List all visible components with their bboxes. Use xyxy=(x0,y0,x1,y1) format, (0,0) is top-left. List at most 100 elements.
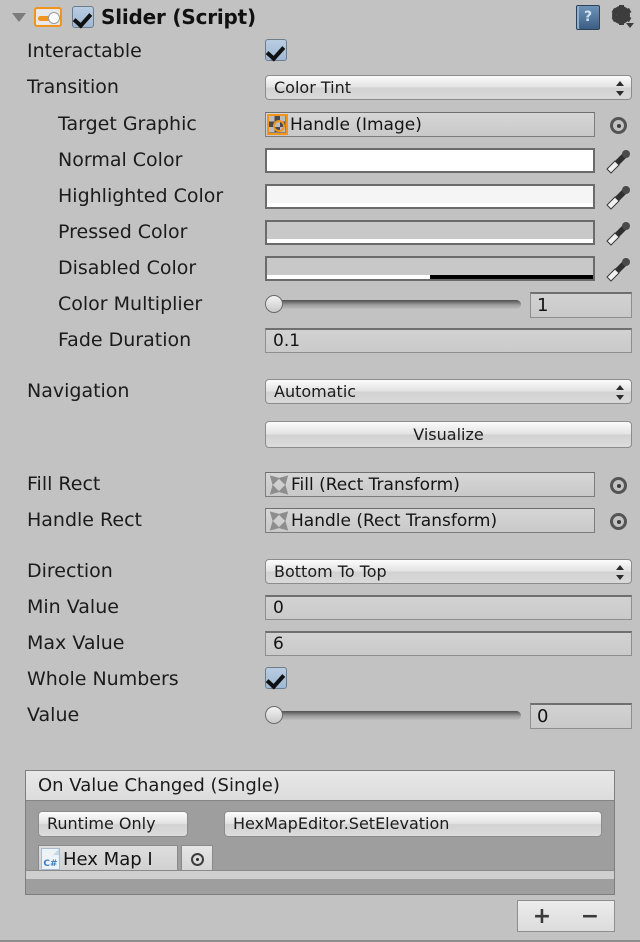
fill-rect-value: Fill (Rect Transform) xyxy=(291,474,460,495)
target-graphic-object-field[interactable]: Handle (Image) xyxy=(265,112,595,137)
min-value-input[interactable]: 0 xyxy=(265,595,632,620)
call-state-value: Runtime Only xyxy=(47,814,156,833)
event-entry-list: Runtime Only HexMapEditor.SetElevation C… xyxy=(26,801,614,879)
eyedropper-icon[interactable] xyxy=(604,184,632,212)
fill-rect-object-picker[interactable] xyxy=(610,477,627,494)
row-target-graphic: Target Graphic Handle (Image) xyxy=(0,110,640,140)
fill-rect-label: Fill Rect xyxy=(27,473,101,495)
fill-rect-object-field[interactable]: Fill (Rect Transform) xyxy=(265,472,595,497)
method-dropdown[interactable]: HexMapEditor.SetElevation xyxy=(224,811,602,837)
event-list-scrollbar[interactable] xyxy=(26,870,614,879)
pressed-color-swatch[interactable] xyxy=(265,220,595,245)
target-graphic-object-picker[interactable] xyxy=(610,117,627,134)
row-whole-numbers: Whole Numbers xyxy=(0,665,640,695)
rect-transform-icon xyxy=(266,509,292,532)
method-value: HexMapEditor.SetElevation xyxy=(233,814,450,833)
direction-dropdown[interactable]: Bottom To Top xyxy=(265,559,632,584)
target-graphic-value: Handle (Image) xyxy=(290,114,422,135)
slider-handle[interactable] xyxy=(265,295,283,313)
row-interactable: Interactable xyxy=(0,37,640,67)
gear-icon[interactable] xyxy=(610,5,634,29)
disabled-color-alpha xyxy=(267,275,593,279)
row-transition: Transition Color Tint xyxy=(0,73,640,103)
chevron-updown-icon xyxy=(584,816,592,833)
event-target-object-picker[interactable] xyxy=(181,845,213,873)
image-component-icon xyxy=(267,114,288,135)
call-state-dropdown[interactable]: Runtime Only xyxy=(38,811,188,837)
target-graphic-label: Target Graphic xyxy=(58,113,197,135)
navigation-dropdown[interactable]: Automatic xyxy=(265,379,632,404)
color-multiplier-input[interactable]: 1 xyxy=(530,292,632,318)
slider-handle[interactable] xyxy=(265,706,283,724)
chevron-updown-icon xyxy=(616,80,624,97)
value-input[interactable]: 0 xyxy=(530,703,632,729)
transition-value: Color Tint xyxy=(274,78,351,97)
max-value-label: Max Value xyxy=(27,632,125,654)
interactable-checkbox[interactable] xyxy=(265,39,287,61)
color-multiplier-label: Color Multiplier xyxy=(58,293,203,315)
max-value-input[interactable]: 6 xyxy=(265,631,632,656)
whole-numbers-label: Whole Numbers xyxy=(27,668,179,690)
eyedropper-icon[interactable] xyxy=(604,148,632,176)
pressed-color-fill xyxy=(267,222,593,239)
handle-rect-value: Handle (Rect Transform) xyxy=(291,510,498,531)
color-multiplier-slider[interactable] xyxy=(265,295,521,313)
help-glyph: ? xyxy=(583,9,593,25)
event-title: On Value Changed (Single) xyxy=(26,771,614,801)
highlighted-color-label: Highlighted Color xyxy=(58,185,224,207)
row-disabled-color: Disabled Color xyxy=(0,254,640,284)
transition-dropdown[interactable]: Color Tint xyxy=(265,75,632,100)
normal-color-alpha xyxy=(267,167,593,171)
help-book-icon[interactable]: ? xyxy=(576,4,600,30)
normal-color-swatch[interactable] xyxy=(265,148,595,173)
add-event-button[interactable]: + xyxy=(533,904,551,929)
event-list-buttons: + − xyxy=(517,900,615,932)
component-header: Slider (Script) ? xyxy=(0,0,640,34)
disabled-color-label: Disabled Color xyxy=(58,257,197,279)
row-color-multiplier: Color Multiplier 1 xyxy=(0,290,640,320)
on-value-changed-event: On Value Changed (Single) Runtime Only H… xyxy=(25,770,615,895)
csharp-script-icon: C# xyxy=(41,848,60,870)
visualize-button[interactable]: Visualize xyxy=(265,421,632,448)
interactable-label: Interactable xyxy=(27,40,142,62)
highlighted-color-alpha xyxy=(267,203,593,207)
slider-track xyxy=(273,300,521,309)
row-max-value: Max Value 6 xyxy=(0,629,640,659)
row-highlighted-color: Highlighted Color xyxy=(0,182,640,212)
eyedropper-icon[interactable] xyxy=(604,256,632,284)
min-value-label: Min Value xyxy=(27,596,119,618)
whole-numbers-checkbox[interactable] xyxy=(265,667,287,689)
handle-rect-label: Handle Rect xyxy=(27,509,142,531)
row-visualize: Visualize xyxy=(0,419,640,449)
event-target-object-field[interactable]: C# Hex Map I xyxy=(38,845,178,873)
highlighted-color-swatch[interactable] xyxy=(265,184,595,209)
foldout-arrow[interactable] xyxy=(8,0,30,34)
pressed-color-label: Pressed Color xyxy=(58,221,188,243)
handle-rect-object-picker[interactable] xyxy=(610,513,627,530)
row-pressed-color: Pressed Color xyxy=(0,218,640,248)
direction-value: Bottom To Top xyxy=(274,562,387,581)
chevron-updown-icon xyxy=(170,816,178,833)
row-fade-duration: Fade Duration 0.1 xyxy=(0,326,640,356)
rect-transform-icon xyxy=(266,473,292,496)
header-actions: ? xyxy=(576,0,634,34)
row-fill-rect: Fill Rect Fill (Rect Transform) xyxy=(0,470,640,500)
handle-rect-object-field[interactable]: Handle (Rect Transform) xyxy=(265,508,595,533)
row-value: Value 0 xyxy=(0,701,640,731)
component-enabled-checkbox[interactable] xyxy=(72,6,94,28)
row-navigation: Navigation Automatic xyxy=(0,377,640,407)
remove-event-button[interactable]: − xyxy=(581,904,599,929)
normal-color-label: Normal Color xyxy=(58,149,183,171)
navigation-label: Navigation xyxy=(27,380,130,402)
normal-color-fill xyxy=(267,150,593,167)
fade-duration-input[interactable]: 0.1 xyxy=(265,328,632,353)
pressed-color-alpha xyxy=(267,239,593,243)
navigation-value: Automatic xyxy=(274,382,357,401)
disabled-color-swatch[interactable] xyxy=(265,256,595,281)
slider-icon xyxy=(34,7,62,27)
value-slider[interactable] xyxy=(265,706,521,724)
event-target-value: Hex Map I xyxy=(63,848,153,870)
transition-label: Transition xyxy=(27,76,119,98)
row-min-value: Min Value 0 xyxy=(0,593,640,623)
eyedropper-icon[interactable] xyxy=(604,220,632,248)
